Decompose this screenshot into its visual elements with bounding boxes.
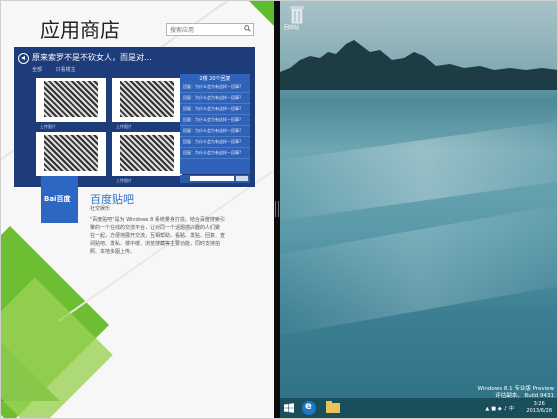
screenshot-border bbox=[0, 0, 558, 419]
